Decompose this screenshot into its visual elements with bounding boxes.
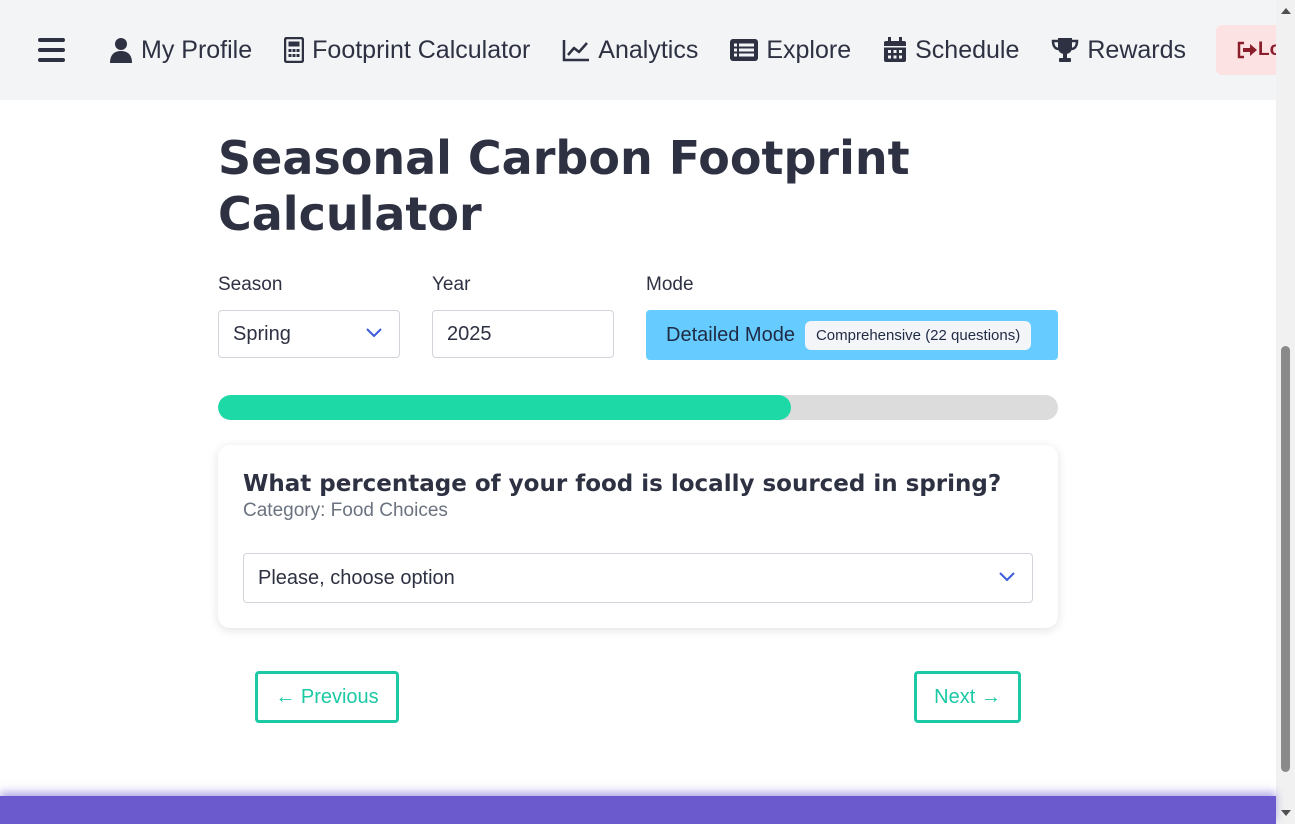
page-title: Seasonal Carbon Footprint Calculator (218, 131, 910, 241)
season-value: Spring (233, 322, 291, 345)
chevron-down-icon (999, 572, 1015, 582)
mode-label: Mode (646, 274, 694, 295)
list-icon (730, 39, 759, 61)
calculator-controls: Season Spring Year 2025 Mode Detailed Mo… (218, 274, 1058, 364)
question-text: What percentage of your food is locally … (243, 471, 1002, 497)
season-label: Season (218, 274, 283, 295)
scroll-up-arrow-icon[interactable] (1281, 8, 1291, 14)
mode-tag-badge: Comprehensive (22 questions) (804, 320, 1032, 350)
next-button[interactable]: Next → (914, 671, 1021, 723)
nav-item-rewards[interactable]: Rewards (1051, 36, 1186, 65)
logout-label: Lo (1258, 39, 1276, 60)
main-content: Seasonal Carbon Footprint Calculator Sea… (218, 130, 1058, 723)
mode-value: Detailed Mode (666, 323, 795, 346)
mode-toggle[interactable]: Detailed Mode Comprehensive (22 question… (646, 310, 1058, 360)
progress-fill (218, 395, 791, 420)
year-input[interactable]: 2025 (432, 310, 614, 358)
nav-bar-items: My Profile Footprint Calculator Analytic… (38, 0, 1276, 100)
year-label: Year (432, 274, 471, 295)
chart-line-icon (563, 40, 590, 62)
question-category: Category: Food Choices (243, 500, 448, 521)
question-card: What percentage of your food is locally … (218, 445, 1058, 628)
answer-select[interactable]: Please, choose option (243, 553, 1033, 603)
nav-item-footprint-calculator[interactable]: Footprint Calculator (284, 36, 530, 65)
nav-item-label: Analytics (598, 35, 699, 64)
nav-item-explore[interactable]: Explore (730, 36, 851, 65)
previous-button[interactable]: ← Previous (255, 671, 399, 723)
scrollbar-thumb[interactable] (1281, 346, 1290, 772)
nav-item-label: Explore (766, 35, 852, 64)
progress-bar (218, 395, 1058, 420)
top-navbar: My Profile Footprint Calculator Analytic… (0, 0, 1276, 100)
footer-band (0, 796, 1276, 824)
nav-item-label: Schedule (915, 35, 1020, 64)
nav-item-label: Rewards (1087, 35, 1187, 64)
trophy-icon (1052, 38, 1079, 62)
nav-item-my-profile[interactable]: My Profile (109, 36, 252, 65)
nav-item-label: Footprint Calculator (312, 35, 531, 64)
answer-placeholder: Please, choose option (258, 566, 455, 589)
year-value: 2025 (447, 322, 492, 345)
chevron-down-icon (366, 328, 382, 338)
calendar-icon (884, 37, 907, 62)
page-scrollbar[interactable] (1276, 0, 1295, 824)
nav-item-schedule[interactable]: Schedule (883, 36, 1019, 65)
sign-out-icon (1237, 41, 1258, 59)
scroll-down-arrow-icon[interactable] (1281, 810, 1291, 816)
nav-item-analytics[interactable]: Analytics (562, 36, 698, 65)
season-select[interactable]: Spring (218, 310, 400, 358)
calculator-icon (284, 37, 305, 63)
logout-button[interactable]: Lo (1216, 25, 1276, 75)
nav-item-label: My Profile (141, 35, 253, 64)
hamburger-icon[interactable] (38, 38, 65, 62)
user-icon (110, 38, 132, 63)
